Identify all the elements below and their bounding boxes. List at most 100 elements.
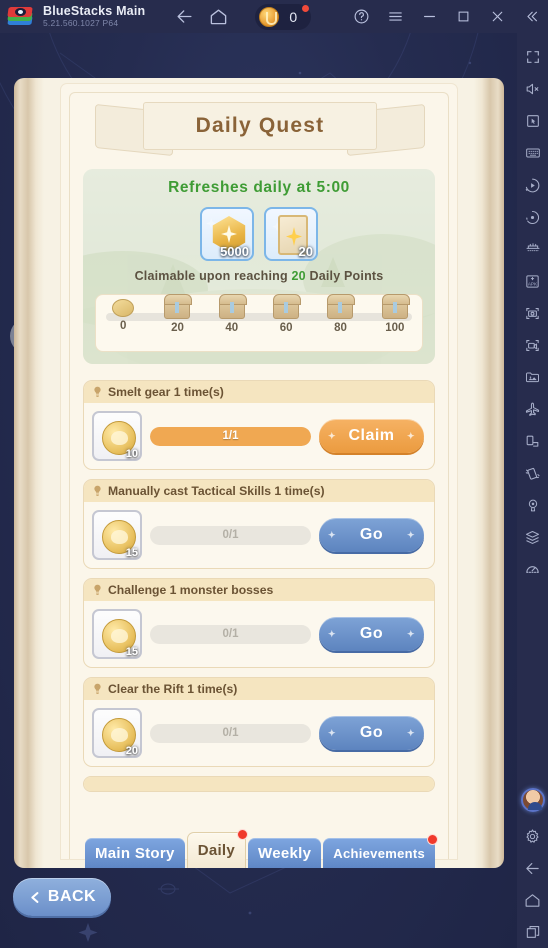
maximize-button[interactable] (446, 0, 480, 33)
sidebar-item-media-manager[interactable] (517, 361, 548, 393)
quest-body: 15 0/1 ✦ Go ✦ (84, 601, 434, 667)
reward-item[interactable]: 20 (264, 207, 318, 261)
quest-book: Daily Quest Refreshes daily at 5:00 5000… (14, 78, 504, 868)
sidebar-item-settings[interactable] (517, 820, 548, 852)
macro-record-icon (525, 178, 540, 192)
milestone-node[interactable]: 0 (101, 299, 145, 334)
sidebar-item-macro-record[interactable] (517, 169, 548, 201)
milestone-label: 100 (385, 322, 405, 334)
tab-label: Main Story (95, 844, 175, 862)
sidebar-item-rotate-screen[interactable] (517, 425, 548, 457)
sidebar-nav-back[interactable] (517, 852, 548, 884)
quest-reward-qty: 10 (125, 448, 138, 460)
coin-notification-dot (302, 4, 310, 12)
quest-progress-bar: 0/1 (150, 723, 311, 743)
titlebar-home-button[interactable] (201, 0, 235, 33)
sidebar-item-video-record[interactable] (517, 329, 548, 361)
quest-progress-bar: 0/1 (150, 525, 311, 545)
tab-weekly[interactable]: Weekly (248, 838, 322, 868)
sidebar-item-apk-install[interactable]: APK (517, 265, 548, 297)
milestone-node[interactable]: 40 (210, 294, 254, 334)
tab-daily[interactable]: Daily (186, 829, 249, 868)
quest-title-bar: Challenge 1 monster bosses (84, 579, 434, 601)
screenshot-icon (526, 307, 539, 319)
quest-button-label: Go (359, 724, 384, 741)
sparkle-icon: ✦ (406, 430, 415, 441)
tab-achievements[interactable]: Achievements (323, 834, 439, 868)
milestone-list: 0 20 40 60 80 100 (96, 294, 422, 334)
sidebar-item-eco-mode[interactable] (517, 393, 548, 425)
shake-icon (525, 467, 540, 480)
sidebar-item-mute[interactable] (517, 73, 548, 105)
close-button[interactable] (480, 0, 514, 33)
milestone-node[interactable]: 60 (264, 294, 308, 334)
apk-install-icon: APK (526, 274, 539, 288)
quest-row-partial[interactable] (83, 776, 435, 792)
quest-title: Manually cast Tactical Skills 1 time(s) (108, 484, 325, 498)
sparkle-icon: ✦ (406, 628, 415, 639)
quest-progress-bar: 0/1 (150, 624, 311, 644)
sidebar-item-keyboard[interactable] (517, 137, 548, 169)
layers-icon (525, 530, 540, 544)
quest-reward-item[interactable]: 10 (92, 411, 142, 461)
sidebar-item-cursor[interactable] (517, 105, 548, 137)
tab-label: Achievements (333, 845, 426, 861)
quest-claim-button[interactable]: ✦ Claim ✦ (319, 419, 424, 453)
daily-reward-panel: Refreshes daily at 5:00 5000 20 Claimabl… (83, 169, 435, 364)
coin-balance-value: 0 (289, 8, 298, 25)
quest-reward-item[interactable]: 20 (92, 708, 142, 758)
quest-title-bar: Manually cast Tactical Skills 1 time(s) (84, 480, 434, 502)
chest-icon (218, 294, 247, 319)
quest-go-button[interactable]: ✦ Go ✦ (319, 518, 424, 552)
sidebar-nav-recents[interactable] (517, 916, 548, 948)
sidebar-item-screenshot[interactable] (517, 297, 548, 329)
coin-balance-pill[interactable]: 0 (255, 3, 312, 30)
minimize-button[interactable] (412, 0, 446, 33)
sidebar-item-performance[interactable] (517, 553, 548, 585)
sync-operations-icon (526, 210, 540, 224)
quest-row: Clear the Rift 1 time(s) 20 0/1 ✦ Go ✦ (83, 677, 435, 767)
quest-reward-qty: 15 (125, 547, 138, 559)
quest-title: Smelt gear 1 time(s) (108, 385, 224, 399)
quest-go-button[interactable]: ✦ Go ✦ (319, 716, 424, 750)
sidebar-item-multi-instance[interactable] (517, 233, 548, 265)
sidebar-item-shake[interactable] (517, 457, 548, 489)
quest-reward-item[interactable]: 15 (92, 609, 142, 659)
sidebar-item-sync-operations[interactable] (517, 201, 548, 233)
sidebar-item-layers[interactable] (517, 521, 548, 553)
sidebar-item-location[interactable] (517, 489, 548, 521)
milestone-node[interactable]: 20 (155, 294, 199, 334)
collapse-sidebar-button[interactable] (514, 0, 548, 33)
quest-reward-qty: 15 (125, 646, 138, 658)
quest-title-bar (84, 777, 434, 791)
game-viewport: Daily Quest Refreshes daily at 5:00 5000… (0, 33, 517, 948)
eco-mode-icon (525, 402, 540, 416)
milestone-label: 40 (225, 322, 239, 334)
chest-icon (327, 294, 356, 319)
arrow-left-icon (526, 862, 539, 874)
quest-list: Smelt gear 1 time(s) 10 1/1 ✦ Claim ✦ Ma… (83, 380, 435, 801)
tab-main-story[interactable]: Main Story (85, 838, 185, 868)
quest-tabs: Main Story Daily Weekly Achievements (85, 829, 439, 868)
help-button[interactable] (344, 0, 378, 33)
hamburger-menu-button[interactable] (378, 0, 412, 33)
sidebar-item-fullscreen[interactable] (517, 41, 548, 73)
quest-reward-item[interactable]: 15 (92, 510, 142, 560)
chest-icon (381, 294, 410, 319)
user-avatar[interactable] (520, 788, 545, 812)
sparkle-icon: ✦ (328, 529, 337, 540)
progress-text: 1/1 (222, 430, 239, 442)
milestone-node[interactable]: 100 (373, 294, 417, 334)
banner: Daily Quest (95, 102, 425, 157)
keyboard-icon (525, 148, 540, 158)
daily-points-track: 0 20 40 60 80 100 (95, 294, 423, 352)
titlebar-back-button[interactable] (167, 0, 201, 33)
milestone-node[interactable]: 80 (318, 294, 362, 334)
back-button[interactable]: BACK (13, 878, 111, 916)
sidebar-nav-home[interactable] (517, 884, 548, 916)
location-pin-icon (528, 499, 537, 511)
reward-quantity: 20 (298, 244, 313, 259)
quest-go-button[interactable]: ✦ Go ✦ (319, 617, 424, 651)
reward-item[interactable]: 5000 (200, 207, 254, 261)
milestone-label: 60 (279, 322, 293, 334)
